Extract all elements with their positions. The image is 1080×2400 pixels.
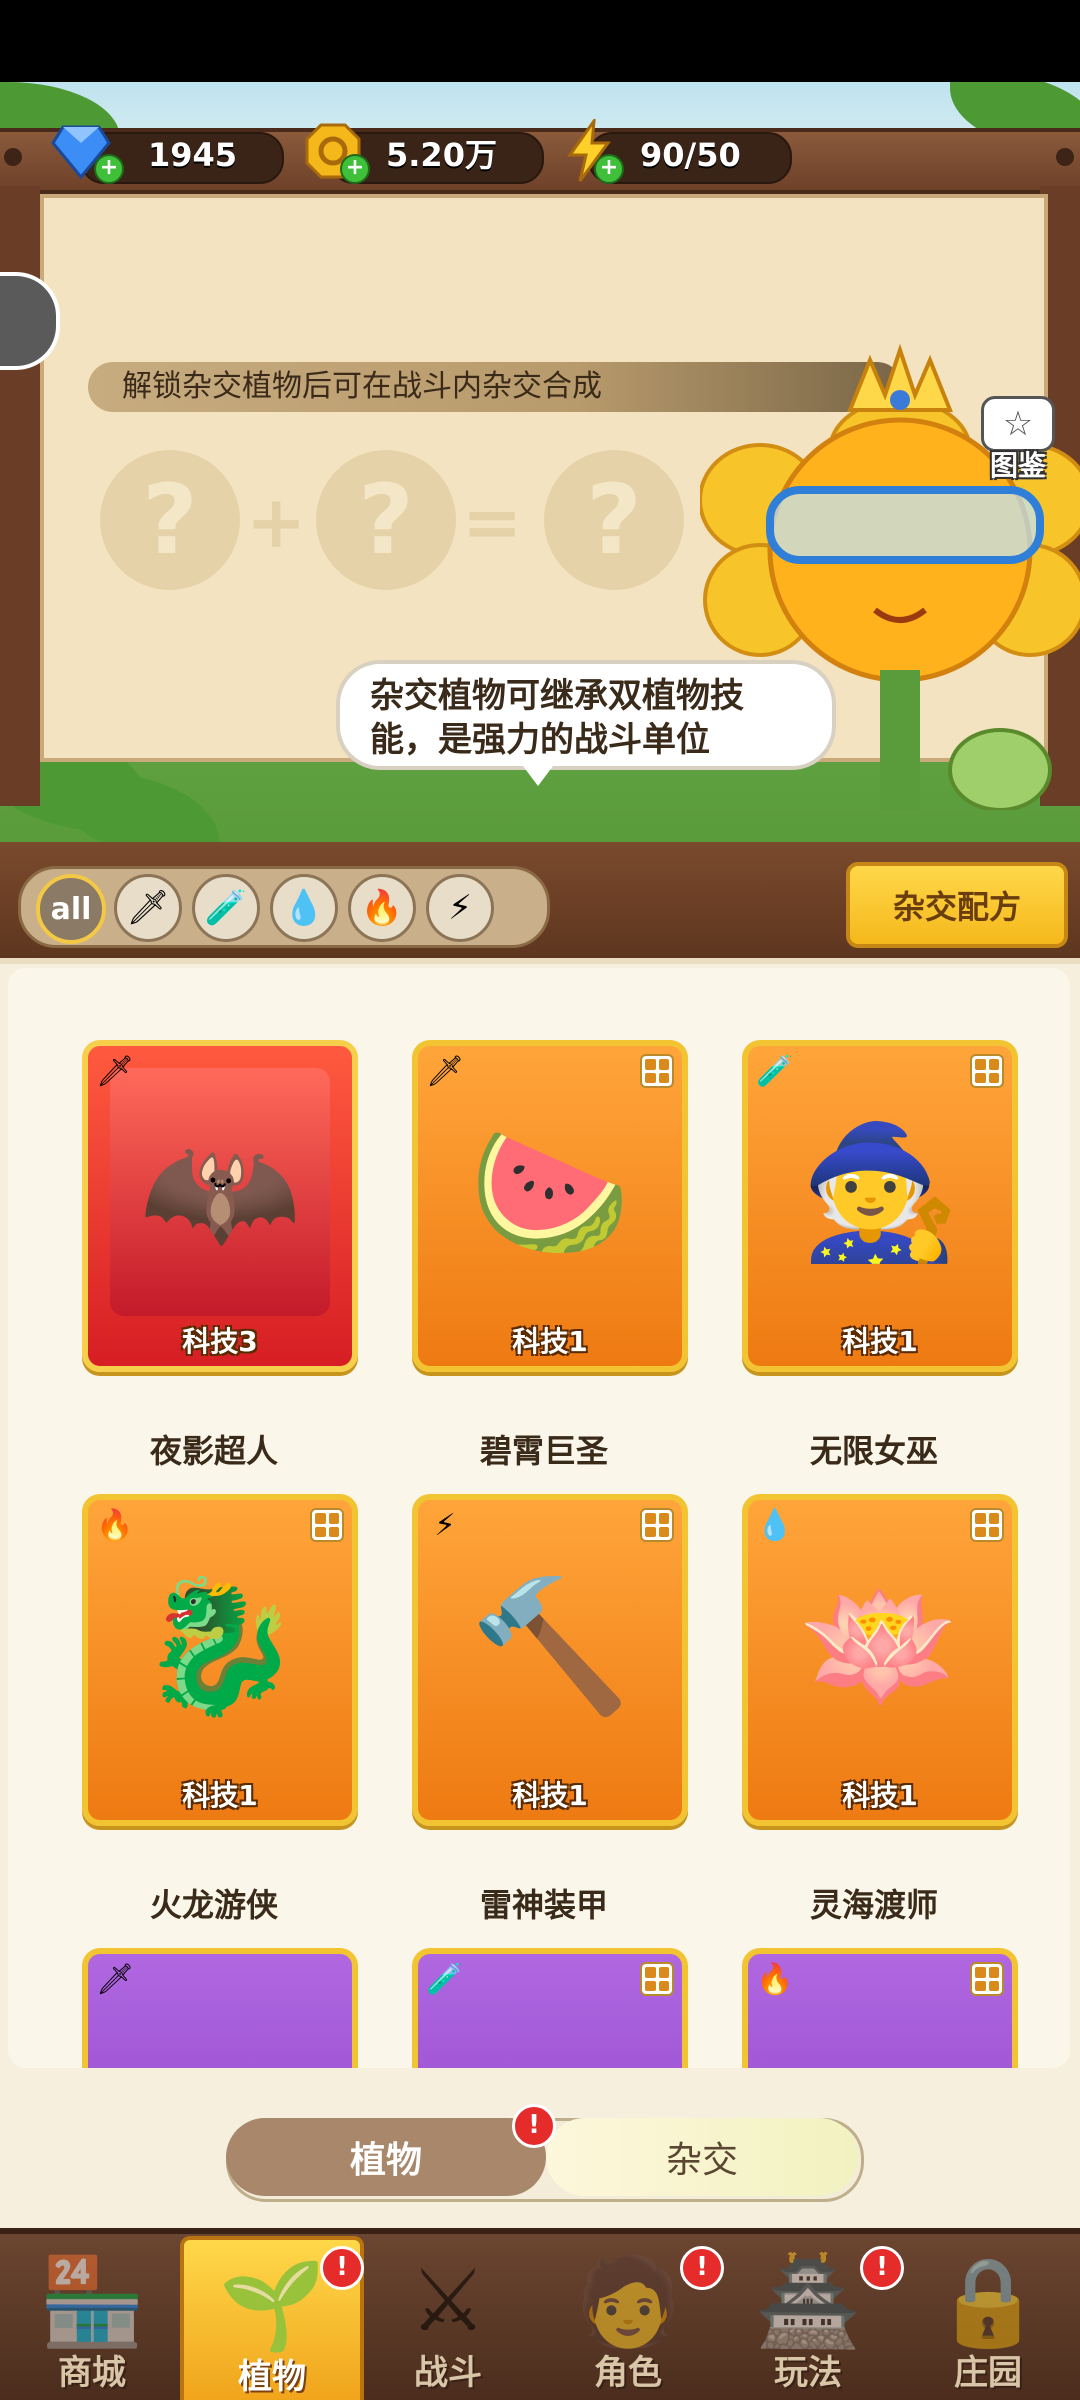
tech-level: 科技1 [512, 1325, 588, 1358]
plant-portrait [110, 1976, 330, 2068]
mystery-result-icon: ? [544, 450, 684, 590]
nav-label: 战斗 [414, 2353, 482, 2393]
grid-icon [640, 1962, 674, 1996]
tech-level: 科技3 [182, 1325, 258, 1358]
plant-name: 夜影超人 [149, 1432, 278, 1470]
plant-portrait: 🔨 [469, 1569, 631, 1722]
plant-card[interactable]: 🧙 🧪 科技1 [742, 1040, 1018, 1372]
plant-name: 灵海渡师 [809, 1886, 938, 1924]
mascot-speech-bubble: 杂交植物可继承双植物技能，是强力的战斗单位 [336, 660, 836, 770]
alert-badge: ! [860, 2246, 904, 2290]
tab-hybrid[interactable]: 杂交 [546, 2118, 858, 2196]
tech-level: 科技1 [842, 1325, 918, 1358]
filter-potion-icon[interactable]: 🧪 [192, 874, 260, 942]
grid-icon [970, 1508, 1004, 1542]
grid-icon [970, 1962, 1004, 1996]
plant-portrait [440, 1976, 660, 2068]
shop-icon: 🏪 [38, 2251, 146, 2352]
alert-badge: ! [680, 2246, 724, 2290]
add-coins-icon[interactable]: + [340, 154, 370, 184]
tech-level: 科技1 [842, 1779, 918, 1812]
filter-lightning-icon[interactable]: ⚡ [426, 874, 494, 942]
gameplay-icon: 🏯 [754, 2251, 862, 2352]
mystery-plant-icon: ? [100, 450, 240, 590]
plant-card[interactable]: 🧪 [412, 1948, 688, 2068]
manor-lock-icon: 🔒 [934, 2251, 1042, 2352]
filter-sword-icon[interactable]: 🗡 [114, 874, 182, 942]
sword-icon: 🗡 [425, 1053, 465, 1089]
character-icon: 🧑 [574, 2251, 682, 2352]
plant-portrait: 🍉 [469, 1115, 631, 1268]
coins-value: 5.20万 [386, 136, 497, 174]
encyclopedia-button[interactable]: ☆ 图鉴 [972, 396, 1064, 484]
plant-card[interactable]: 🐉 🔥 科技1 [82, 1494, 358, 1826]
bolt [4, 148, 22, 166]
grid-icon [640, 1054, 674, 1088]
plant-card[interactable]: 🦇 🗡 科技3 [82, 1040, 358, 1372]
plant-card[interactable]: 🔥 [742, 1948, 1018, 2068]
plant-name: 碧霄巨圣 [479, 1432, 608, 1470]
fire-icon: 🔥 [96, 1507, 134, 1543]
energy-value: 90/50 [640, 136, 741, 174]
sword-icon: 🗡 [95, 1961, 135, 1997]
hybrid-recipe-button[interactable]: 杂交配方 [846, 862, 1068, 948]
plant-portrait: 🪷 [799, 1569, 961, 1722]
alert-badge: ! [512, 2104, 556, 2148]
plant-card[interactable]: 🪷 💧 科技1 [742, 1494, 1018, 1826]
plant-name: 雷神装甲 [479, 1886, 608, 1924]
grid-icon [310, 1508, 344, 1542]
potion-icon: 🧪 [426, 1961, 464, 1997]
nav-label: 庄园 [954, 2353, 1022, 2393]
plant-portrait: 🦇 [110, 1068, 330, 1316]
lightning-icon: ⚡ [434, 1507, 456, 1543]
status-bar [0, 0, 1080, 82]
sword-icon: 🗡 [95, 1053, 135, 1089]
encyclopedia-label: 图鉴 [989, 449, 1046, 482]
plant-name: 火龙游侠 [149, 1886, 278, 1924]
battle-icon: ⚔ [409, 2251, 487, 2351]
tech-level: 科技1 [512, 1779, 588, 1812]
grid-icon [640, 1508, 674, 1542]
plant-card[interactable]: 🔨 ⚡ 科技1 [412, 1494, 688, 1826]
plant-name: 无限女巫 [809, 1432, 938, 1470]
gems-value: 1945 [148, 136, 238, 174]
nav-manor[interactable]: 🔒 庄园 [900, 2236, 1076, 2400]
bolt [1056, 148, 1074, 166]
nav-shop[interactable]: 🏪 商城 [4, 2236, 180, 2400]
plant-grid: 🦇 🗡 科技3 夜影超人 🍉 🗡 科技1 碧霄巨圣 🧙 🧪 科技1 无限女巫 🐉… [8, 968, 1070, 2068]
speech-tail [520, 762, 556, 786]
add-gems-icon[interactable]: + [94, 154, 124, 184]
nav-label: 商城 [58, 2353, 126, 2393]
filter-water-icon[interactable]: 💧 [270, 874, 338, 942]
nav-label: 玩法 [774, 2353, 842, 2393]
mystery-plant-icon: ? [316, 450, 456, 590]
nav-label: 植物 [238, 2357, 306, 2397]
filter-all-label: all [50, 891, 92, 927]
plant-card[interactable]: 🍉 🗡 科技1 [412, 1040, 688, 1372]
filter-fire-icon[interactable]: 🔥 [348, 874, 416, 942]
plant-portrait: 🐉 [139, 1569, 301, 1722]
plants-icon: 🌱 [218, 2255, 326, 2356]
nav-label: 角色 [594, 2353, 662, 2393]
plus-icon: + [246, 480, 307, 564]
add-energy-icon[interactable]: + [594, 154, 624, 184]
nav-battle[interactable]: ⚔ 战斗 [360, 2236, 536, 2400]
tab-plants[interactable]: 植物 [226, 2118, 546, 2196]
plant-portrait [770, 1976, 990, 2068]
water-icon: 💧 [756, 1507, 794, 1543]
potion-icon: 🧪 [756, 1053, 794, 1089]
alert-badge: ! [320, 2246, 364, 2290]
filter-all[interactable]: all [36, 874, 106, 944]
plant-card[interactable]: 🗡 [82, 1948, 358, 2068]
grid-icon [970, 1054, 1004, 1088]
fire-icon: 🔥 [756, 1961, 794, 1997]
equals-icon: = [462, 480, 523, 564]
tech-level: 科技1 [182, 1779, 258, 1812]
plant-portrait: 🧙 [799, 1115, 961, 1268]
